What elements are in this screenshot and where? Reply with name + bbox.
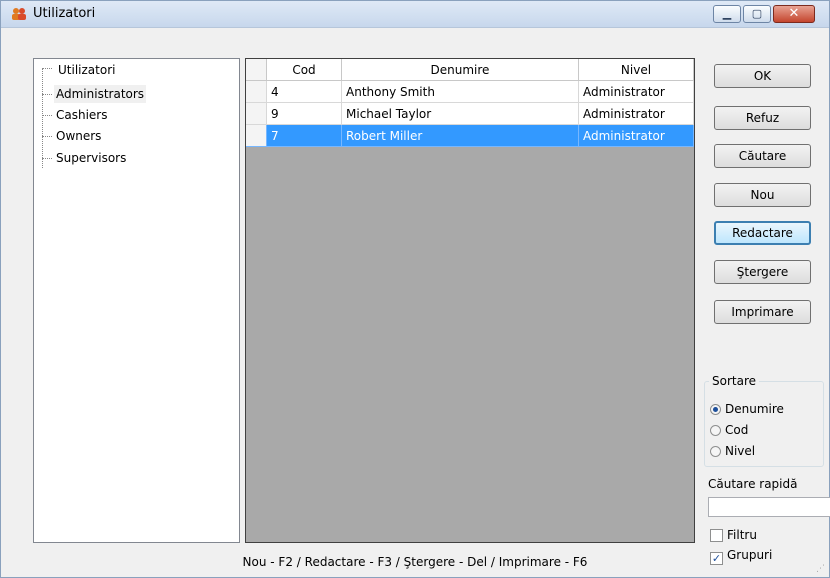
minimize-icon: ▁ [722, 7, 732, 20]
tree-root-utilizatori[interactable]: Utilizatori [56, 61, 117, 79]
cell-denumire[interactable]: Anthony Smith [342, 81, 579, 103]
tree-connector [42, 115, 52, 116]
row-indicator[interactable] [246, 103, 267, 125]
table-row[interactable]: 9 Michael Taylor Administrator [246, 103, 694, 125]
table-row-selected[interactable]: 7 Robert Miller Administrator [246, 125, 694, 147]
row-indicator[interactable] [246, 125, 267, 147]
close-icon: ✕ [788, 6, 800, 21]
sort-radio-nivel[interactable]: Nivel [710, 442, 755, 460]
cell-cod[interactable]: 4 [267, 81, 342, 103]
redactare-button[interactable]: Redactare [714, 221, 811, 245]
title-bar[interactable]: Utilizatori ▁ ▢ ✕ [1, 1, 829, 28]
radio-icon [710, 446, 721, 457]
sort-radio-denumire[interactable]: Denumire [710, 400, 784, 418]
column-header-nivel[interactable]: Nivel [579, 59, 694, 81]
row-indicator-header [246, 59, 267, 81]
tree-item-supervisors[interactable]: Supervisors [54, 149, 128, 167]
tree-item-owners[interactable]: Owners [54, 127, 103, 145]
cell-denumire[interactable]: Robert Miller [342, 125, 579, 147]
table-row[interactable]: 4 Anthony Smith Administrator [246, 81, 694, 103]
close-button[interactable]: ✕ [773, 5, 815, 23]
quick-search-input[interactable] [708, 497, 830, 517]
radio-label: Cod [725, 423, 749, 437]
radio-label: Nivel [725, 444, 756, 458]
cell-nivel[interactable]: Administrator [579, 125, 694, 147]
users-icon [12, 8, 26, 20]
cell-nivel[interactable]: Administrator [579, 81, 694, 103]
grid-header: Cod Denumire Nivel [246, 59, 694, 81]
tree-item-administrators[interactable]: Administrators [54, 85, 147, 103]
imprimare-button[interactable]: Imprimare [714, 300, 811, 324]
column-header-denumire[interactable]: Denumire [342, 59, 579, 81]
users-window: Utilizatori ▁ ▢ ✕ Utilizatori Administra… [0, 0, 830, 578]
users-grid[interactable]: Cod Denumire Nivel 4 Anthony Smith Admin… [245, 58, 695, 543]
tree-connector [42, 68, 52, 69]
tree-item-cashiers[interactable]: Cashiers [54, 106, 110, 124]
tree-connector [42, 158, 52, 159]
sort-radio-cod[interactable]: Cod [710, 421, 748, 439]
cell-cod[interactable]: 9 [267, 103, 342, 125]
cell-denumire[interactable]: Michael Taylor [342, 103, 579, 125]
resize-grip-icon[interactable]: ⋰ [816, 564, 826, 574]
tree-connector [42, 94, 52, 95]
filtru-checkbox[interactable]: Filtru [710, 526, 757, 544]
ok-button[interactable]: OK [714, 64, 811, 88]
stergere-button[interactable]: Ştergere [714, 260, 811, 284]
nou-button[interactable]: Nou [714, 183, 811, 207]
tree-connector [42, 136, 52, 137]
maximize-icon: ▢ [751, 7, 763, 20]
checkbox-label: Filtru [727, 528, 757, 542]
row-indicator[interactable] [246, 81, 267, 103]
radio-selected-icon [710, 404, 721, 415]
maximize-button[interactable]: ▢ [743, 5, 771, 23]
radio-icon [710, 425, 721, 436]
radio-label: Denumire [725, 402, 784, 416]
status-bar-hint: Nou - F2 / Redactare - F3 / Ştergere - D… [242, 555, 588, 569]
tree-connector [42, 68, 43, 168]
cell-cod[interactable]: 7 [267, 125, 342, 147]
column-header-cod[interactable]: Cod [267, 59, 342, 81]
sort-group-label: Sortare [709, 374, 760, 388]
quick-search-label: Căutare rapidă [708, 477, 798, 491]
cell-nivel[interactable]: Administrator [579, 103, 694, 125]
window-title: Utilizatori [33, 6, 96, 21]
cautare-button[interactable]: Căutare [714, 144, 811, 168]
refuz-button[interactable]: Refuz [714, 106, 811, 130]
minimize-button[interactable]: ▁ [713, 5, 741, 23]
checkbox-unchecked-icon [710, 529, 723, 542]
groups-tree[interactable]: Utilizatori Administrators Cashiers Owne… [33, 58, 240, 543]
